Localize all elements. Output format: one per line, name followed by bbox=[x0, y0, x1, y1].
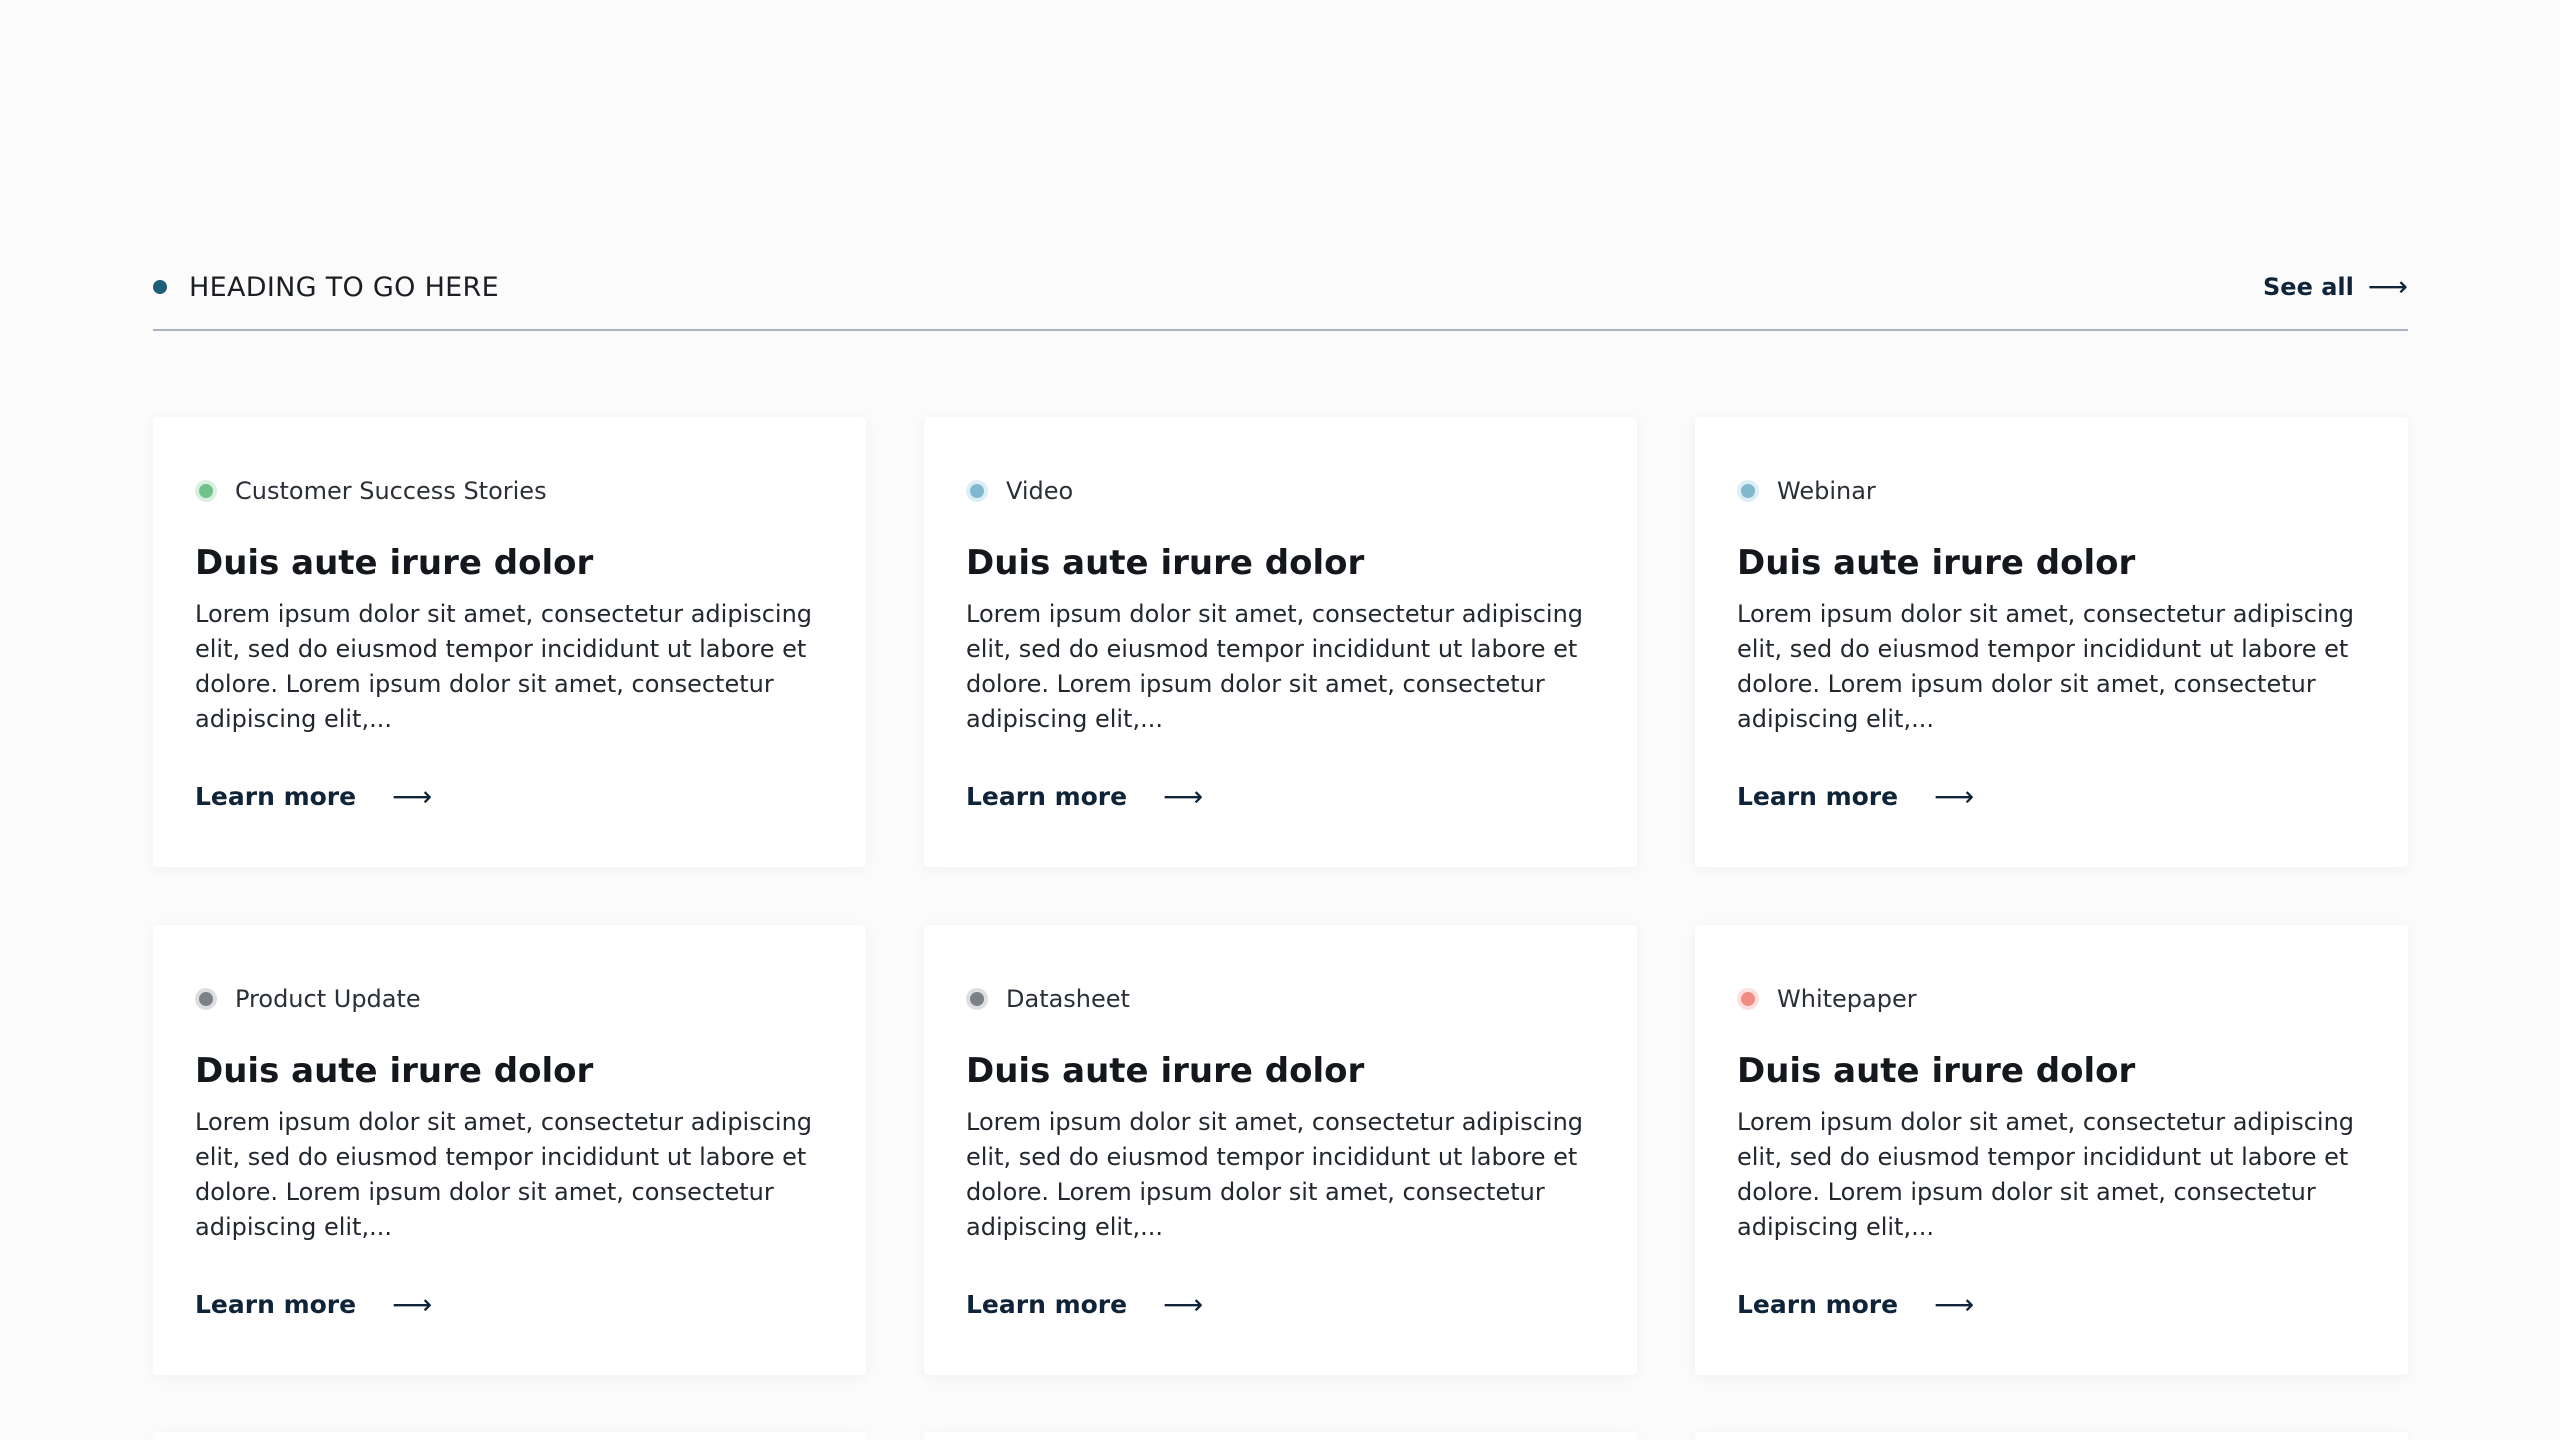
card-tag: Video bbox=[966, 477, 1595, 505]
card-title: Duis aute irure dolor bbox=[195, 543, 594, 583]
resource-card[interactable]: Customer Success Stories Duis aute irure… bbox=[153, 417, 866, 867]
see-all-link[interactable]: See all ⟶ bbox=[2263, 270, 2408, 303]
learn-more-label: Learn more bbox=[1737, 1290, 1899, 1319]
tag-dot-icon bbox=[966, 988, 988, 1010]
learn-more-link[interactable]: Learn more ⟶ bbox=[1737, 1290, 1974, 1319]
resource-card[interactable]: Video Duis aute irure dolor Lorem ipsum … bbox=[924, 417, 1637, 867]
learn-more-label: Learn more bbox=[1737, 782, 1899, 811]
arrow-right-icon: ⟶ bbox=[392, 779, 433, 813]
learn-more-link[interactable]: Learn more ⟶ bbox=[966, 782, 1203, 811]
learn-more-label: Learn more bbox=[195, 782, 357, 811]
card-peek bbox=[1695, 1432, 2408, 1440]
learn-more-label: Learn more bbox=[966, 782, 1128, 811]
card-description: Lorem ipsum dolor sit amet, consectetur … bbox=[1737, 1108, 2355, 1241]
card-description: Lorem ipsum dolor sit amet, consectetur … bbox=[966, 600, 1584, 733]
learn-more-link[interactable]: Learn more ⟶ bbox=[195, 1290, 432, 1319]
page: HEADING TO GO HERE See all ⟶ Customer Su… bbox=[0, 0, 2560, 1440]
arrow-right-icon: ⟶ bbox=[1163, 1287, 1204, 1321]
learn-more-link[interactable]: Learn more ⟶ bbox=[966, 1290, 1203, 1319]
resource-card[interactable]: Product Update Duis aute irure dolor Lor… bbox=[153, 925, 866, 1375]
card-tag: Webinar bbox=[1737, 477, 2366, 505]
card-tag-label: Datasheet bbox=[1006, 985, 1130, 1013]
card-tag-label: Webinar bbox=[1777, 477, 1876, 505]
card-description: Lorem ipsum dolor sit amet, consectetur … bbox=[195, 600, 813, 733]
card-tag-label: Whitepaper bbox=[1777, 985, 1917, 1013]
arrow-right-icon: ⟶ bbox=[392, 1287, 433, 1321]
arrow-right-icon: ⟶ bbox=[1934, 779, 1975, 813]
card-title: Duis aute irure dolor bbox=[966, 543, 1365, 583]
card-title: Duis aute irure dolor bbox=[1737, 1051, 2136, 1091]
card-tag: Customer Success Stories bbox=[195, 477, 824, 505]
learn-more-link[interactable]: Learn more ⟶ bbox=[1737, 782, 1974, 811]
next-row-cards-peek bbox=[153, 1432, 2408, 1440]
card-tag: Product Update bbox=[195, 985, 824, 1013]
learn-more-label: Learn more bbox=[966, 1290, 1128, 1319]
card-grid: Customer Success Stories Duis aute irure… bbox=[153, 417, 2408, 1375]
learn-more-link[interactable]: Learn more ⟶ bbox=[195, 782, 432, 811]
arrow-right-icon: ⟶ bbox=[1934, 1287, 1975, 1321]
heading-group: HEADING TO GO HERE bbox=[153, 272, 499, 303]
tag-dot-icon bbox=[195, 480, 217, 502]
card-title: Duis aute irure dolor bbox=[1737, 543, 2136, 583]
arrow-right-icon: ⟶ bbox=[1163, 779, 1204, 813]
arrow-right-icon: ⟶ bbox=[2367, 270, 2408, 303]
resource-card[interactable]: Webinar Duis aute irure dolor Lorem ipsu… bbox=[1695, 417, 2408, 867]
see-all-label: See all bbox=[2263, 273, 2354, 301]
tag-dot-icon bbox=[195, 988, 217, 1010]
card-description: Lorem ipsum dolor sit amet, consectetur … bbox=[966, 1108, 1584, 1241]
card-tag: Datasheet bbox=[966, 985, 1595, 1013]
section-header: HEADING TO GO HERE See all ⟶ bbox=[153, 262, 2408, 331]
card-tag: Whitepaper bbox=[1737, 985, 2366, 1013]
card-tag-label: Video bbox=[1006, 477, 1074, 505]
card-title: Duis aute irure dolor bbox=[966, 1051, 1365, 1091]
card-tag-label: Customer Success Stories bbox=[235, 477, 547, 505]
learn-more-label: Learn more bbox=[195, 1290, 357, 1319]
card-peek bbox=[924, 1432, 1637, 1440]
tag-dot-icon bbox=[1737, 988, 1759, 1010]
resource-card[interactable]: Whitepaper Duis aute irure dolor Lorem i… bbox=[1695, 925, 2408, 1375]
tag-dot-icon bbox=[1737, 480, 1759, 502]
card-tag-label: Product Update bbox=[235, 985, 421, 1013]
card-description: Lorem ipsum dolor sit amet, consectetur … bbox=[195, 1108, 813, 1241]
card-description: Lorem ipsum dolor sit amet, consectetur … bbox=[1737, 600, 2355, 733]
tag-dot-icon bbox=[966, 480, 988, 502]
card-peek bbox=[153, 1432, 866, 1440]
section-heading: HEADING TO GO HERE bbox=[189, 271, 499, 303]
card-title: Duis aute irure dolor bbox=[195, 1051, 594, 1091]
resources-section: HEADING TO GO HERE See all ⟶ Customer Su… bbox=[153, 262, 2408, 1375]
resource-card[interactable]: Datasheet Duis aute irure dolor Lorem ip… bbox=[924, 925, 1637, 1375]
heading-bullet-icon bbox=[153, 280, 167, 294]
